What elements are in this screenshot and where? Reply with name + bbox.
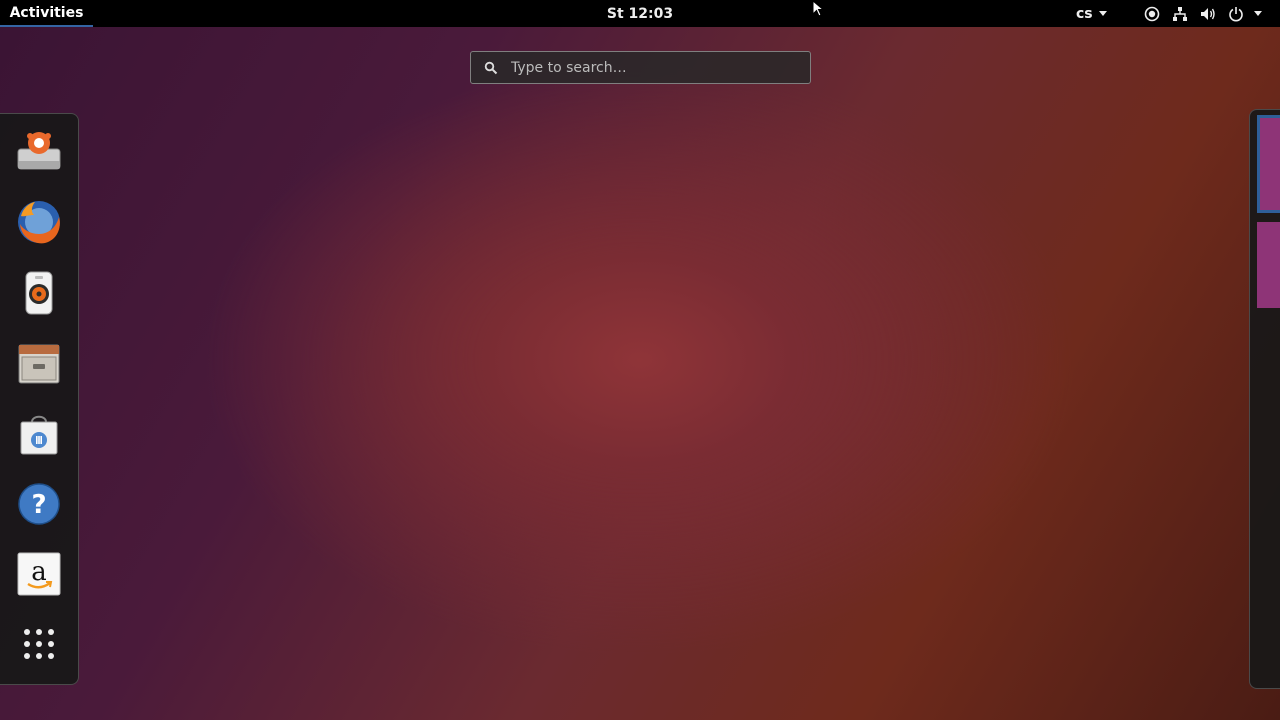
dash: ? a — [0, 113, 79, 685]
files-icon — [18, 344, 60, 384]
show-applications-button[interactable] — [11, 616, 67, 672]
network-icon[interactable] — [1170, 4, 1190, 24]
search-box[interactable] — [470, 51, 811, 84]
dash-item-software[interactable] — [11, 406, 67, 462]
workspace-thumbnail-2[interactable] — [1257, 222, 1280, 308]
activities-button[interactable]: Activities — [0, 0, 93, 27]
clock[interactable]: St 12:03 — [580, 0, 700, 27]
dash-item-installer[interactable] — [11, 123, 67, 179]
dash-item-amazon[interactable]: a — [11, 546, 67, 602]
dash-item-firefox[interactable] — [11, 194, 67, 250]
dash-item-rhythmbox[interactable] — [11, 265, 67, 321]
dash-item-files[interactable] — [11, 335, 67, 391]
dash-item-help[interactable]: ? — [11, 476, 67, 532]
search-icon — [471, 52, 511, 83]
rhythmbox-icon — [25, 271, 53, 315]
help-icon: ? — [18, 483, 60, 525]
chevron-down-icon — [1098, 11, 1107, 16]
workspace-switcher — [1249, 109, 1280, 689]
show-applications-icon — [24, 629, 54, 659]
amazon-icon: a — [17, 552, 61, 596]
mouse-cursor-icon — [812, 0, 824, 17]
volume-icon[interactable] — [1198, 4, 1218, 24]
disk-installer-icon — [17, 132, 61, 170]
svg-text:a: a — [31, 557, 47, 587]
svg-text:?: ? — [31, 490, 46, 520]
keyboard-layout-label: cs — [1076, 5, 1093, 22]
power-icon[interactable] — [1226, 4, 1246, 24]
firefox-icon — [18, 201, 60, 244]
search-input[interactable] — [511, 52, 791, 83]
software-center-icon — [20, 415, 58, 455]
top-bar: Activities St 12:03 cs — [0, 0, 1280, 27]
keyboard-layout-indicator[interactable]: cs — [1076, 0, 1107, 27]
workspace-thumbnail-1[interactable] — [1257, 115, 1280, 213]
chevron-down-icon[interactable] — [1254, 11, 1262, 16]
accessibility-icon[interactable] — [1142, 4, 1162, 24]
system-tray[interactable] — [1142, 0, 1262, 27]
